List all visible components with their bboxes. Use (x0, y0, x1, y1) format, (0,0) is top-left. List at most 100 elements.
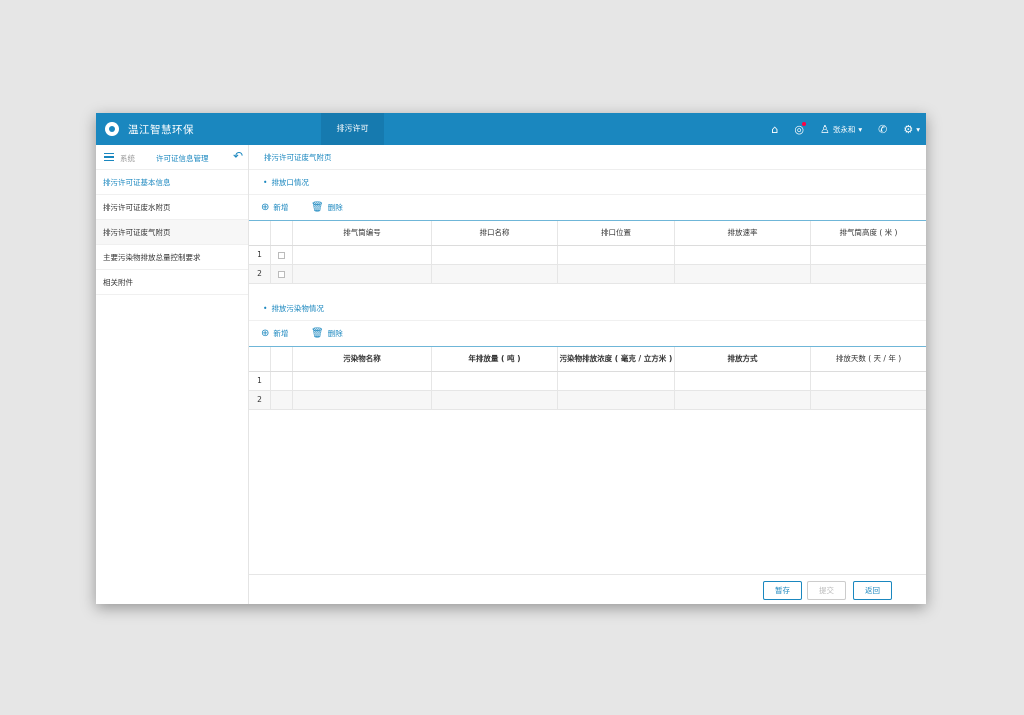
table-row[interactable]: 2 (249, 265, 926, 284)
notification-dot (802, 121, 806, 126)
back-arrow-icon[interactable]: ↶ (233, 149, 243, 163)
add-label: 新增 (273, 203, 289, 212)
sidebar-header: 系统 许可证信息管理 ↶ (96, 145, 248, 170)
app-title: 温江智慧环保 (128, 124, 194, 136)
sidebar-item-basic-info[interactable]: 排污许可证基本信息 (96, 170, 248, 195)
table-cell[interactable] (293, 246, 432, 264)
section-outlet-title: 排放口情况 (249, 170, 926, 195)
plus-circle-icon: ⊕ (261, 328, 270, 339)
column-header: 排放天数 ( 天 / 年 ) (835, 353, 902, 363)
table-row[interactable]: 2 (249, 391, 926, 410)
row-select-cell[interactable] (271, 391, 293, 409)
add-outlet-button[interactable]: ⊕ 新增 (261, 202, 288, 213)
table-cell[interactable] (432, 372, 558, 390)
checkbox[interactable] (278, 270, 285, 278)
phone-icon[interactable]: ✆ (878, 123, 887, 136)
page-title: 排污许可证废气附页 (249, 145, 926, 170)
sidebar-item-attachments[interactable]: 相关附件 (96, 270, 248, 295)
menu-icon[interactable] (104, 153, 114, 161)
table-cell[interactable] (293, 391, 432, 409)
sidebar-item-wastewater[interactable]: 排污许可证废水附页 (96, 195, 248, 220)
select-header (271, 221, 293, 245)
trash-icon: 🗑 (311, 202, 324, 213)
trash-icon: 🗑 (311, 328, 324, 339)
index-header (249, 347, 271, 371)
row-index: 1 (249, 246, 271, 264)
table-cell[interactable] (558, 391, 675, 409)
table-cell[interactable] (558, 372, 675, 390)
user-icon: ♙ (820, 122, 830, 136)
select-header (271, 347, 293, 371)
user-name: 张永和 (832, 124, 856, 134)
table-cell[interactable] (432, 246, 558, 264)
system-label[interactable]: 系统 (120, 153, 135, 164)
checkbox[interactable] (278, 251, 285, 259)
sidebar: 系统 许可证信息管理 ↶ 排污许可证基本信息 排污许可证废水附页 排污许可证废气… (96, 145, 249, 604)
row-index: 1 (249, 372, 271, 390)
user-menu[interactable]: ♙ 张永和 ▾ (820, 123, 862, 136)
row-index: 2 (249, 391, 271, 409)
table-cell[interactable] (558, 246, 675, 264)
table-header: 污染物名称 年排放量 ( 吨 ) 污染物排放浓度 ( 毫克 / 立方米 ) 排放… (249, 347, 926, 372)
gear-icon: ⚙ (903, 122, 914, 136)
top-icons: ⌂ ◎ ♙ 张永和 ▾ ✆ ⚙ ▾ (755, 113, 920, 145)
form-footer: 暂存 提交 返回 (249, 574, 926, 604)
row-checkbox[interactable] (271, 265, 293, 283)
pollutant-toolbar: ⊕ 新增 🗑 删除 (249, 321, 926, 346)
delete-outlet-button[interactable]: 🗑 删除 (311, 202, 343, 213)
main-content: 排污许可证废气附页 排放口情况 ⊕新增 🗑删除 排气筒编号 排口名称 排口位置 … (249, 145, 926, 604)
table-cell[interactable] (293, 372, 432, 390)
delete-pollutant-button[interactable]: 🗑 删除 (311, 328, 343, 339)
add-pollutant-button[interactable]: ⊕ 新增 (261, 328, 288, 339)
column-header: 排放速率 (675, 221, 811, 245)
breadcrumb[interactable]: 许可证信息管理 (156, 153, 209, 164)
table-cell[interactable] (558, 265, 675, 283)
settings-menu[interactable]: ⚙ ▾ (903, 123, 920, 136)
row-index: 2 (249, 265, 271, 283)
return-button[interactable]: 返回 (853, 581, 892, 600)
table-cell[interactable] (432, 391, 558, 409)
row-checkbox[interactable] (271, 246, 293, 264)
delete-label: 删除 (327, 329, 343, 338)
table-cell[interactable] (811, 265, 926, 283)
column-header: 年排放量 ( 吨 ) (432, 347, 558, 371)
column-header: 排口位置 (558, 221, 675, 245)
tab-permit[interactable]: 排污许可 (321, 113, 384, 145)
table-cell[interactable] (811, 372, 926, 390)
row-select-cell[interactable] (271, 372, 293, 390)
sidebar-item-total-control[interactable]: 主要污染物排放总量控制要求 (96, 245, 248, 270)
submit-button[interactable]: 提交 (807, 581, 846, 600)
table-row[interactable]: 1 (249, 246, 926, 265)
message-icon[interactable]: ◎ (794, 121, 806, 136)
table-row[interactable]: 1 (249, 372, 926, 391)
table-cell[interactable] (675, 265, 811, 283)
table-cell[interactable] (675, 246, 811, 264)
delete-label: 删除 (327, 203, 343, 212)
table-cell[interactable] (811, 391, 926, 409)
table-cell[interactable] (432, 265, 558, 283)
plus-circle-icon: ⊕ (261, 202, 270, 213)
table-cell[interactable] (675, 391, 811, 409)
chevron-down-icon: ▾ (916, 124, 920, 134)
outlet-table: 排气筒编号 排口名称 排口位置 排放速率 排气筒高度 ( 米 ) 1 2 (249, 220, 926, 284)
outlet-toolbar: ⊕ 新增 🗑 删除 (249, 195, 926, 220)
column-header: 排气筒高度 ( 米 ) (839, 227, 898, 237)
section-pollutant-title: 排放污染物情况 (249, 296, 926, 321)
top-bar: 温江智慧环保 排污许可 ⌂ ◎ ♙ 张永和 ▾ ✆ ⚙ ▾ (96, 113, 926, 145)
table-cell[interactable] (675, 372, 811, 390)
index-header (249, 221, 271, 245)
save-draft-button[interactable]: 暂存 (763, 581, 802, 600)
table-cell[interactable] (811, 246, 926, 264)
add-label: 新增 (273, 329, 289, 338)
sidebar-item-exhaust[interactable]: 排污许可证废气附页 (96, 220, 248, 245)
home-icon[interactable]: ⌂ (771, 123, 778, 136)
column-header: 排放方式 (675, 347, 811, 371)
column-header: 污染物名称 (293, 347, 432, 371)
table-header: 排气筒编号 排口名称 排口位置 排放速率 排气筒高度 ( 米 ) (249, 221, 926, 246)
app-window: 温江智慧环保 排污许可 ⌂ ◎ ♙ 张永和 ▾ ✆ ⚙ ▾ 系统 许可证信息管理 ↶ … (96, 113, 926, 604)
pollutant-table: 污染物名称 年排放量 ( 吨 ) 污染物排放浓度 ( 毫克 / 立方米 ) 排放… (249, 346, 926, 410)
table-cell[interactable] (293, 265, 432, 283)
logo-icon (105, 122, 119, 136)
column-header: 排口名称 (432, 221, 558, 245)
